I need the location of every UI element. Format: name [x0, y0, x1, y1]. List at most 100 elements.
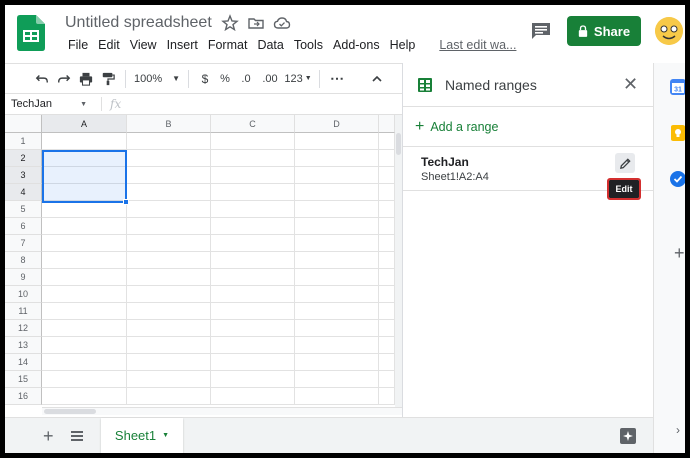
row-header-8[interactable]: 8: [5, 252, 42, 269]
grid-cell[interactable]: [295, 235, 379, 252]
grid-cell[interactable]: [295, 150, 379, 167]
row-header-10[interactable]: 10: [5, 286, 42, 303]
grid-cell[interactable]: [295, 286, 379, 303]
row-header-5[interactable]: 5: [5, 201, 42, 218]
grid-cell[interactable]: [295, 388, 379, 405]
grid-cell[interactable]: [379, 337, 395, 354]
format-percent-button[interactable]: %: [215, 68, 235, 90]
grid-cell[interactable]: [211, 371, 295, 388]
row-header-1[interactable]: 1: [5, 133, 42, 150]
grid-cell[interactable]: [295, 371, 379, 388]
horizontal-scrollbar[interactable]: [42, 407, 402, 415]
grid-cell[interactable]: [211, 286, 295, 303]
menu-data[interactable]: Data: [252, 37, 288, 53]
grid-cell[interactable]: [127, 218, 211, 235]
grid-cell[interactable]: [211, 303, 295, 320]
row-header-3[interactable]: 3: [5, 167, 42, 184]
grid-cell[interactable]: [42, 371, 127, 388]
increase-decimal-button[interactable]: .00: [257, 68, 283, 90]
row-header-6[interactable]: 6: [5, 218, 42, 235]
pencil-icon[interactable]: [615, 153, 635, 173]
row-header-2[interactable]: 2: [5, 150, 42, 167]
menu-view[interactable]: View: [125, 37, 162, 53]
grid-cell[interactable]: [379, 371, 395, 388]
grid-cell[interactable]: [295, 354, 379, 371]
named-range-item[interactable]: TechJan Sheet1!A2:A4 Edit: [403, 147, 653, 200]
name-box[interactable]: TechJan ▼: [5, 98, 91, 110]
collapse-toolbar-icon[interactable]: [366, 68, 388, 90]
all-sheets-menu-icon[interactable]: [71, 430, 83, 442]
grid-cell[interactable]: [379, 201, 395, 218]
grid-cell[interactable]: [295, 269, 379, 286]
grid-cell[interactable]: [295, 218, 379, 235]
grid-cell[interactable]: [379, 320, 395, 337]
grid-cell[interactable]: [127, 184, 211, 201]
keep-icon[interactable]: [670, 125, 685, 141]
grid-cell[interactable]: [211, 184, 295, 201]
grid-cell[interactable]: [379, 167, 395, 184]
more-formats-button[interactable]: 123 ▼: [283, 68, 313, 90]
paint-format-icon[interactable]: [97, 68, 119, 90]
add-on-plus-icon[interactable]: +: [674, 243, 685, 264]
grid-cell[interactable]: [42, 320, 127, 337]
explore-icon[interactable]: [619, 427, 637, 445]
grid-cell[interactable]: [211, 337, 295, 354]
select-all-corner[interactable]: [5, 115, 42, 133]
grid-cell[interactable]: [379, 303, 395, 320]
vertical-scroll-thumb[interactable]: [396, 133, 401, 155]
add-sheet-icon[interactable]: +: [43, 426, 54, 447]
grid-cell[interactable]: [379, 354, 395, 371]
grid-cell[interactable]: [379, 184, 395, 201]
grid-cell[interactable]: [211, 201, 295, 218]
row-header-7[interactable]: 7: [5, 235, 42, 252]
redo-icon[interactable]: [53, 68, 75, 90]
row-header-14[interactable]: 14: [5, 354, 42, 371]
grid-cell[interactable]: [295, 167, 379, 184]
document-title[interactable]: Untitled spreadsheet: [65, 14, 212, 32]
grid-cell[interactable]: [211, 269, 295, 286]
grid-cell[interactable]: [42, 286, 127, 303]
grid-cell[interactable]: [295, 133, 379, 150]
star-icon[interactable]: [221, 14, 239, 32]
row-header-15[interactable]: 15: [5, 371, 42, 388]
selected-range[interactable]: [42, 150, 129, 205]
grid-cell[interactable]: [127, 388, 211, 405]
grid-cell[interactable]: [127, 269, 211, 286]
row-header-12[interactable]: 12: [5, 320, 42, 337]
add-range-button[interactable]: + Add a range: [403, 107, 653, 147]
grid-cell[interactable]: [42, 337, 127, 354]
zoom-select[interactable]: 100% ▼: [132, 68, 182, 90]
calendar-icon[interactable]: 31: [670, 79, 685, 95]
grid-cell[interactable]: [127, 133, 211, 150]
menu-add-ons[interactable]: Add-ons: [328, 37, 385, 53]
fill-handle[interactable]: [123, 199, 129, 205]
grid-cell[interactable]: [127, 337, 211, 354]
comments-icon[interactable]: [530, 21, 552, 41]
sheets-logo-icon[interactable]: [17, 15, 45, 51]
row-header-4[interactable]: 4: [5, 184, 42, 201]
avatar[interactable]: [655, 17, 683, 45]
grid-cell[interactable]: [42, 218, 127, 235]
grid-cell[interactable]: [379, 252, 395, 269]
formula-input[interactable]: [121, 94, 402, 114]
grid-cell[interactable]: [42, 354, 127, 371]
chevron-right-icon[interactable]: ›: [676, 423, 680, 437]
grid-cell[interactable]: [211, 354, 295, 371]
grid-cell[interactable]: [127, 371, 211, 388]
grid-cell[interactable]: [127, 320, 211, 337]
share-button[interactable]: Share: [567, 16, 641, 46]
menu-format[interactable]: Format: [203, 37, 253, 53]
grid-cell[interactable]: [295, 201, 379, 218]
grid-cell[interactable]: [42, 388, 127, 405]
grid-cell[interactable]: [127, 150, 211, 167]
row-header-9[interactable]: 9: [5, 269, 42, 286]
grid-cell[interactable]: [295, 252, 379, 269]
move-folder-icon[interactable]: [247, 14, 265, 32]
grid-cell[interactable]: [127, 252, 211, 269]
close-icon[interactable]: ✕: [623, 75, 639, 93]
grid-cell[interactable]: [211, 218, 295, 235]
tasks-icon[interactable]: [670, 171, 685, 187]
grid-cell[interactable]: [211, 167, 295, 184]
undo-icon[interactable]: [31, 68, 53, 90]
grid-cell[interactable]: [295, 320, 379, 337]
